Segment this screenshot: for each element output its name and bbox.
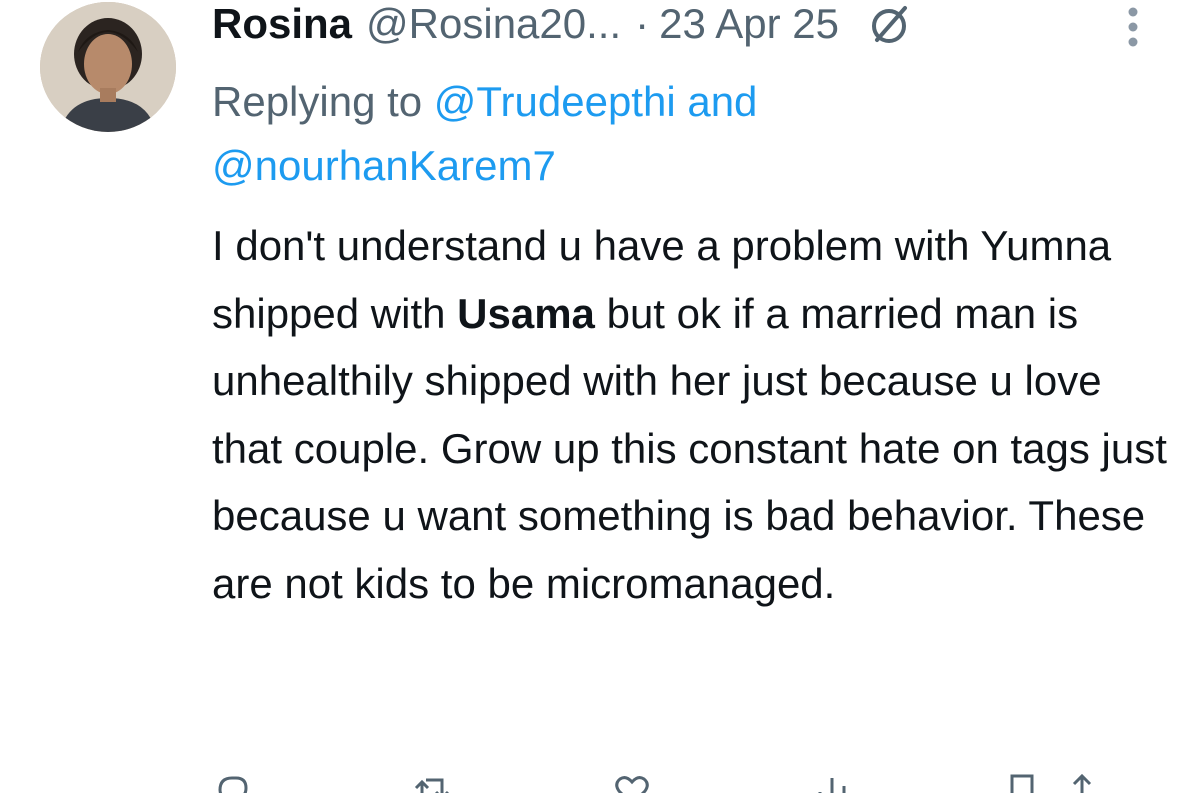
- tweet-text-bold: Usama: [457, 289, 595, 337]
- avatar-image: [40, 2, 176, 132]
- like-icon: [615, 776, 649, 793]
- mention-trudeepthi[interactable]: @Trudeepthi: [434, 78, 676, 125]
- tweet-actions: [212, 770, 1162, 793]
- views-button[interactable]: [812, 770, 852, 793]
- reply-icon: [218, 776, 248, 793]
- tweet-date[interactable]: 23 Apr 25: [659, 0, 839, 48]
- share-icon: [1072, 773, 1092, 793]
- retweet-icon: [414, 778, 449, 793]
- verified-badge-icon: [863, 0, 919, 48]
- mention-and[interactable]: and: [687, 78, 757, 125]
- avatar[interactable]: [40, 2, 176, 132]
- tweet: Rosina @Rosina20... · 23 Apr 25 Replying…: [0, 0, 1200, 793]
- like-button[interactable]: [612, 770, 652, 793]
- reply-button[interactable]: [212, 770, 252, 793]
- retweet-button[interactable]: [412, 770, 452, 793]
- tweet-text: I don't understand u have a problem with…: [212, 212, 1172, 617]
- tweet-header: Rosina @Rosina20... · 23 Apr 25: [212, 0, 919, 48]
- bookmark-button[interactable]: [1002, 770, 1042, 793]
- views-icon: [818, 778, 846, 793]
- mention-nourhankarem7[interactable]: @nourhanKarem7: [212, 142, 556, 189]
- more-vertical-icon[interactable]: [1118, 2, 1148, 50]
- user-handle[interactable]: @Rosina20...: [366, 0, 621, 48]
- replying-to: Replying to @Trudeepthi and @nourhanKare…: [212, 70, 1112, 198]
- display-name[interactable]: Rosina: [212, 0, 352, 48]
- bookmark-icon: [1010, 774, 1034, 793]
- share-button[interactable]: [1062, 770, 1102, 793]
- separator-dot: ·: [635, 0, 650, 47]
- tweet-text-part-2: but ok if a married man is unhealthily s…: [212, 289, 1167, 607]
- replying-prefix: Replying to: [212, 78, 423, 125]
